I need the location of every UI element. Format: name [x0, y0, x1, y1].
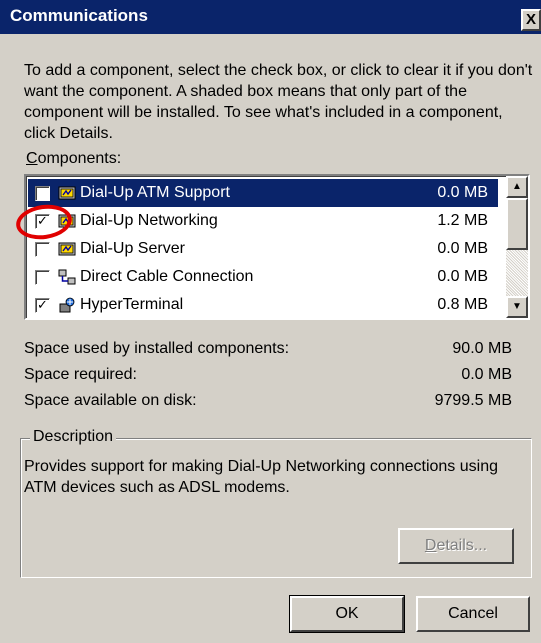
components-list[interactable]: ✓ Dial-Up ATM Support 0.0 MB ✓ Dial-Up N… [24, 174, 530, 320]
component-name: Dial-Up Server [80, 240, 185, 257]
component-size: 0.0 MB [437, 240, 488, 257]
component-size: 0.0 MB [437, 184, 488, 201]
communications-dialog: Communications X To add a component, sel… [0, 0, 541, 643]
title-bar[interactable]: Communications X [0, 0, 541, 34]
space-used-value: 90.0 MB [452, 340, 512, 357]
arrow-down-icon: ▼ [512, 301, 522, 312]
list-item[interactable]: ✓ HyperTerminal 0.8 MB [28, 291, 498, 318]
component-checkbox[interactable]: ✓ [35, 242, 50, 257]
component-name: Dial-Up Networking [80, 212, 218, 229]
space-available-row: Space available on disk: 9799.5 MB [24, 392, 512, 414]
list-item[interactable]: ✓ Dial-Up ATM Support 0.0 MB [28, 179, 498, 207]
list-item[interactable]: ✓ Dial-Up Server 0.0 MB [28, 235, 498, 263]
space-used-label: Space used by installed components: [24, 340, 290, 357]
component-size: 1.2 MB [437, 212, 488, 229]
cancel-button[interactable]: Cancel [416, 596, 530, 632]
components-label-accel: C [26, 150, 38, 167]
component-name: Dial-Up ATM Support [80, 184, 230, 201]
components-rows: ✓ Dial-Up ATM Support 0.0 MB ✓ Dial-Up N… [28, 179, 498, 318]
component-name: Direct Cable Connection [80, 268, 254, 285]
component-checkbox[interactable]: ✓ [35, 270, 50, 285]
component-size: 0.0 MB [437, 268, 488, 285]
space-available-value: 9799.5 MB [434, 392, 512, 409]
components-label-rest: omponents: [37, 150, 122, 167]
scroll-up-button[interactable]: ▲ [506, 176, 528, 198]
space-required-label: Space required: [24, 366, 137, 383]
close-button[interactable]: X [521, 9, 541, 31]
list-item[interactable]: ✓ Dial-Up Networking 1.2 MB [28, 207, 498, 235]
dialup-icon [58, 186, 76, 200]
ok-button[interactable]: OK [289, 595, 405, 633]
arrow-up-icon: ▲ [512, 181, 522, 192]
description-text: Provides support for making Dial-Up Netw… [24, 458, 498, 496]
space-required-value: 0.0 MB [461, 366, 512, 383]
component-checkbox[interactable]: ✓ [35, 186, 50, 201]
list-item[interactable]: ✓ Direct Cable Connection 0.0 MB [28, 263, 498, 291]
details-button[interactable]: Details... [398, 528, 514, 564]
hyperterminal-icon [59, 297, 75, 313]
component-checkbox[interactable]: ✓ [35, 298, 50, 313]
components-label: Components: [26, 150, 121, 168]
check-mark-icon: ✓ [37, 297, 48, 312]
space-required-row: Space required: 0.0 MB [24, 366, 512, 388]
cable-connection-icon [58, 269, 76, 285]
instructions-text: To add a component, select the check box… [24, 62, 533, 142]
details-button-rest: etails... [436, 537, 488, 554]
dialup-icon [58, 242, 76, 256]
component-name: HyperTerminal [80, 296, 184, 313]
space-available-label: Space available on disk: [24, 392, 197, 409]
window-title: Communications [10, 6, 148, 25]
description-label: Description [30, 428, 117, 446]
space-used-row: Space used by installed components: 90.0… [24, 340, 512, 362]
details-button-accel: D [424, 537, 437, 554]
scroll-thumb[interactable] [506, 198, 528, 250]
component-size: 0.8 MB [437, 296, 488, 313]
list-scrollbar[interactable]: ▲ ▼ [506, 176, 528, 318]
scroll-down-button[interactable]: ▼ [506, 296, 528, 318]
